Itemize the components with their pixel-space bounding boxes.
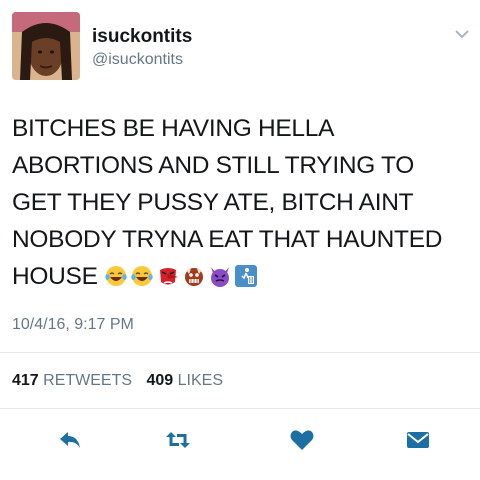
reply-icon[interactable] xyxy=(56,426,84,454)
tweet-text-line: ABORTIONS AND STILL TRYING TO xyxy=(12,152,415,179)
retweets-label: RETWEETS xyxy=(43,372,133,389)
tweet-card: isuckontits @isuckontits BITCHES BE HAVI… xyxy=(0,0,480,480)
user-handle[interactable]: @isuckontits xyxy=(92,51,183,69)
retweets-count: 417 xyxy=(12,372,39,389)
wastebasket-emoji-icon xyxy=(234,265,257,287)
retweet-icon[interactable] xyxy=(164,426,192,454)
tweet-text-line: BITCHES BE HAVING HELLA xyxy=(12,115,335,142)
like-icon[interactable] xyxy=(288,426,316,454)
likes-label: LIKES xyxy=(177,372,224,389)
likes-stat[interactable]: 409 LIKES xyxy=(147,372,224,390)
likes-count: 409 xyxy=(146,372,174,389)
emoji-group xyxy=(104,264,258,288)
tengu-emoji-icon xyxy=(159,268,178,285)
tweet-text: BITCHES BE HAVING HELLA ABORTIONS AND ST… xyxy=(12,110,472,295)
retweets-stat[interactable]: 417 RETWEETS xyxy=(12,372,132,390)
tears-of-joy-emoji-icon xyxy=(130,266,153,286)
tweet-text-line: HOUSE xyxy=(12,263,98,290)
tweet-text-line: NOBODY TRYNA EAT THAT HAUNTED xyxy=(12,226,443,253)
chevron-down-icon[interactable] xyxy=(454,28,470,40)
message-icon[interactable] xyxy=(404,426,432,454)
tweet-text-line-last: HOUSE xyxy=(12,258,472,295)
divider xyxy=(0,352,480,353)
tweet-stats: 417 RETWEETS 409 LIKES xyxy=(12,372,233,390)
tweet-actions xyxy=(0,426,480,456)
display-name[interactable]: isuckontits xyxy=(92,26,192,48)
tears-of-joy-emoji-icon xyxy=(104,266,127,286)
tweet-text-line: GET THEY PUSSY ATE, BITCH AINT xyxy=(12,189,414,216)
divider xyxy=(0,408,480,409)
avatar[interactable] xyxy=(12,12,80,80)
ogre-emoji-icon xyxy=(184,268,203,286)
imp-emoji-icon xyxy=(210,267,229,287)
tweet-timestamp[interactable]: 10/4/16, 9:17 PM xyxy=(12,316,134,334)
